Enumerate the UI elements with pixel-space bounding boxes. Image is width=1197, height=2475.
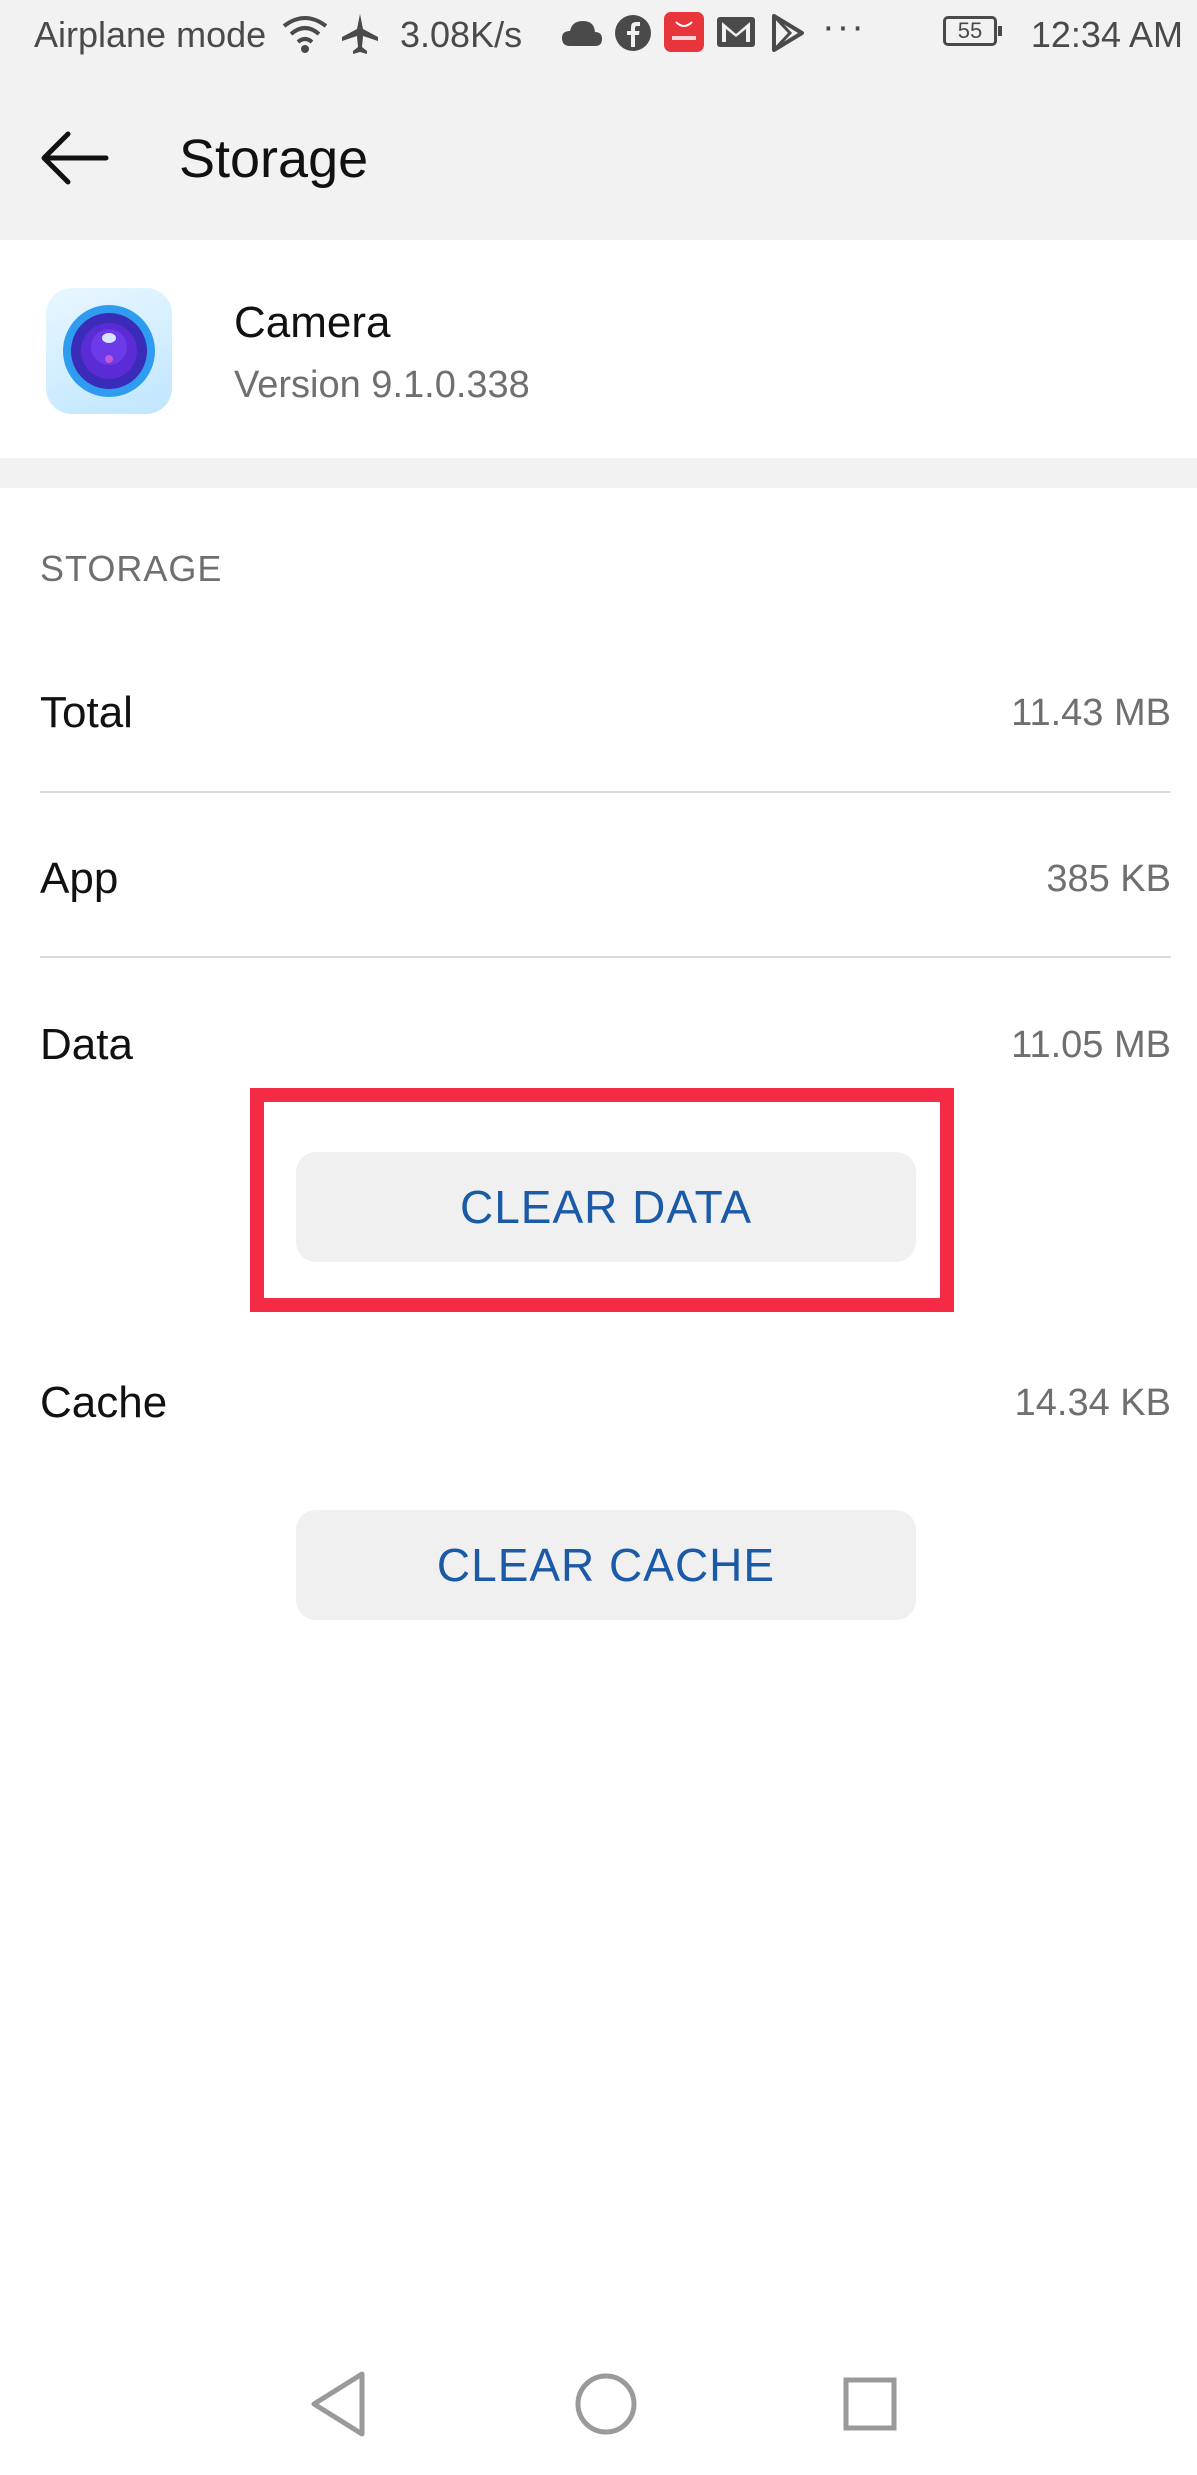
network-speed: 3.08K/s [400, 14, 523, 55]
row-label: App [40, 854, 119, 903]
back-arrow-icon[interactable] [36, 118, 116, 198]
airplane-mode-text: Airplane mode [34, 14, 267, 55]
page-title: Storage [179, 129, 369, 189]
more-notifications-icon: ··· [822, 6, 866, 48]
back-triangle-icon[interactable] [300, 2364, 380, 2444]
clear-cache-button[interactable]: CLEAR CACHE [296, 1510, 916, 1620]
clock: 12:34 AM [1030, 14, 1183, 55]
app-info-header: Camera Version 9.1.0.338 [0, 240, 1197, 458]
row-value: 385 KB [1046, 858, 1171, 900]
row-value: 11.05 MB [1011, 1024, 1171, 1066]
gmail-icon [717, 17, 755, 47]
storage-section-header: STORAGE [40, 548, 223, 589]
row-label: Cache [40, 1378, 168, 1427]
storage-row-app: App 385 KB [40, 836, 1171, 926]
home-circle-icon[interactable] [566, 2364, 646, 2444]
storage-row-total: Total 11.43 MB [40, 670, 1171, 760]
battery-icon: 55 [943, 16, 1002, 46]
storage-row-cache: Cache 14.34 KB [40, 1360, 1171, 1450]
wifi-icon [282, 16, 328, 53]
row-label: Total [40, 688, 133, 737]
row-divider [40, 956, 1171, 958]
airplane-icon [342, 14, 378, 54]
camera-app-icon [46, 288, 172, 414]
status-bar: Airplane mode 3.08K/s ··· 55 12:34 AM [0, 0, 1197, 72]
cloud-icon [562, 21, 602, 46]
row-value: 14.34 KB [1014, 1382, 1171, 1424]
row-label: Data [40, 1020, 133, 1069]
highlight-annotation-box [250, 1088, 954, 1312]
battery-level: 55 [957, 18, 983, 43]
facebook-icon [615, 15, 651, 51]
row-divider [40, 791, 1171, 793]
recents-square-icon[interactable] [830, 2364, 910, 2444]
app-bar: Storage [0, 72, 1197, 240]
play-store-icon [772, 14, 804, 52]
system-nav-bar [0, 2340, 1197, 2475]
huawei-store-icon [664, 12, 704, 52]
row-value: 11.43 MB [1011, 692, 1171, 734]
app-name: Camera [234, 298, 391, 347]
app-version: Version 9.1.0.338 [234, 364, 530, 406]
section-divider [0, 458, 1197, 488]
storage-row-data: Data 11.05 MB [40, 1002, 1171, 1092]
